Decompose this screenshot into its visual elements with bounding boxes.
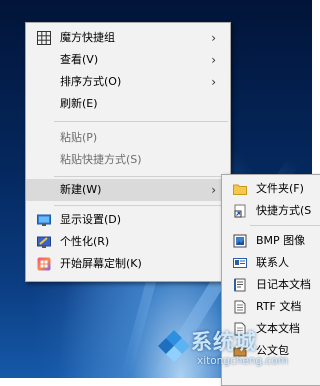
menu-item-label: 新建(W) (60, 183, 102, 196)
submenu-item-contact[interactable]: 联系人 (222, 252, 320, 274)
submenu-item-label: 联系人 (256, 256, 289, 269)
submenu-item-label: 快捷方式(S (256, 204, 312, 217)
menu-item-label: 粘贴快捷方式(S) (60, 153, 142, 166)
menu-item-start-screen[interactable]: 开始屏幕定制(K) (26, 253, 230, 275)
menu-separator (250, 225, 320, 226)
submenu-item-label: 文件夹(F) (256, 182, 304, 195)
site-watermark: 系统城 xitongcheng.com (155, 326, 312, 378)
menu-item-paste-shortcut[interactable]: 粘贴快捷方式(S) (26, 149, 230, 171)
start-screen-icon (37, 257, 51, 271)
submenu-item-shortcut[interactable]: 快捷方式(S (222, 200, 320, 222)
submenu-item-folder[interactable]: 文件夹(F) (222, 178, 320, 200)
shortcut-icon (234, 204, 246, 218)
menu-separator (54, 176, 228, 177)
submenu-item-rtf[interactable]: RTF 文档 (222, 296, 320, 318)
menu-item-label: 魔方快捷组 (60, 31, 115, 44)
menu-item-mofang-group[interactable]: 魔方快捷组 › (26, 27, 230, 49)
menu-item-sort-by[interactable]: 排序方式(O) › (26, 71, 230, 93)
menu-item-view[interactable]: 查看(V) › (26, 49, 230, 71)
submenu-item-label: BMP 图像 (256, 234, 306, 247)
grid-icon (37, 31, 51, 45)
watermark-url: xitongcheng.com (197, 355, 288, 367)
chevron-right-icon: › (211, 183, 216, 197)
chevron-right-icon: › (211, 75, 216, 89)
submenu-item-journal[interactable]: 日记本文档 (222, 274, 320, 296)
submenu-item-label: 日记本文档 (256, 278, 311, 291)
chevron-right-icon: › (211, 53, 216, 67)
menu-item-label: 刷新(E) (60, 97, 98, 110)
menu-item-paste[interactable]: 粘贴(P) (26, 127, 230, 149)
bmp-image-icon (233, 234, 247, 248)
rtf-document-icon (234, 300, 246, 314)
menu-separator (54, 205, 228, 206)
menu-item-label: 个性化(R) (60, 235, 110, 248)
submenu-item-bmp[interactable]: BMP 图像 (222, 230, 320, 252)
chevron-right-icon: › (211, 31, 216, 45)
menu-separator (54, 121, 228, 122)
watermark-text: 系统城 (191, 330, 257, 354)
contact-icon (233, 258, 247, 268)
menu-item-new[interactable]: 新建(W) › (26, 179, 230, 201)
menu-item-label: 显示设置(D) (60, 213, 122, 226)
menu-item-personalize[interactable]: 个性化(R) (26, 231, 230, 253)
menu-item-label: 开始屏幕定制(K) (60, 257, 142, 270)
menu-item-refresh[interactable]: 刷新(E) (26, 93, 230, 115)
submenu-item-label: RTF 文档 (256, 300, 302, 313)
display-icon (37, 214, 51, 226)
desktop-context-menu: 魔方快捷组 › 查看(V) › 排序方式(O) › 刷新(E) 粘贴(P) 粘贴… (25, 22, 231, 282)
journal-icon (234, 278, 246, 292)
menu-item-label: 排序方式(O) (60, 75, 122, 88)
watermark-logo-icon (158, 330, 190, 362)
personalize-icon (37, 236, 51, 248)
menu-item-label: 查看(V) (60, 53, 99, 66)
menu-item-display-settings[interactable]: 显示设置(D) (26, 209, 230, 231)
folder-icon (233, 184, 247, 195)
menu-item-label: 粘贴(P) (60, 131, 98, 144)
